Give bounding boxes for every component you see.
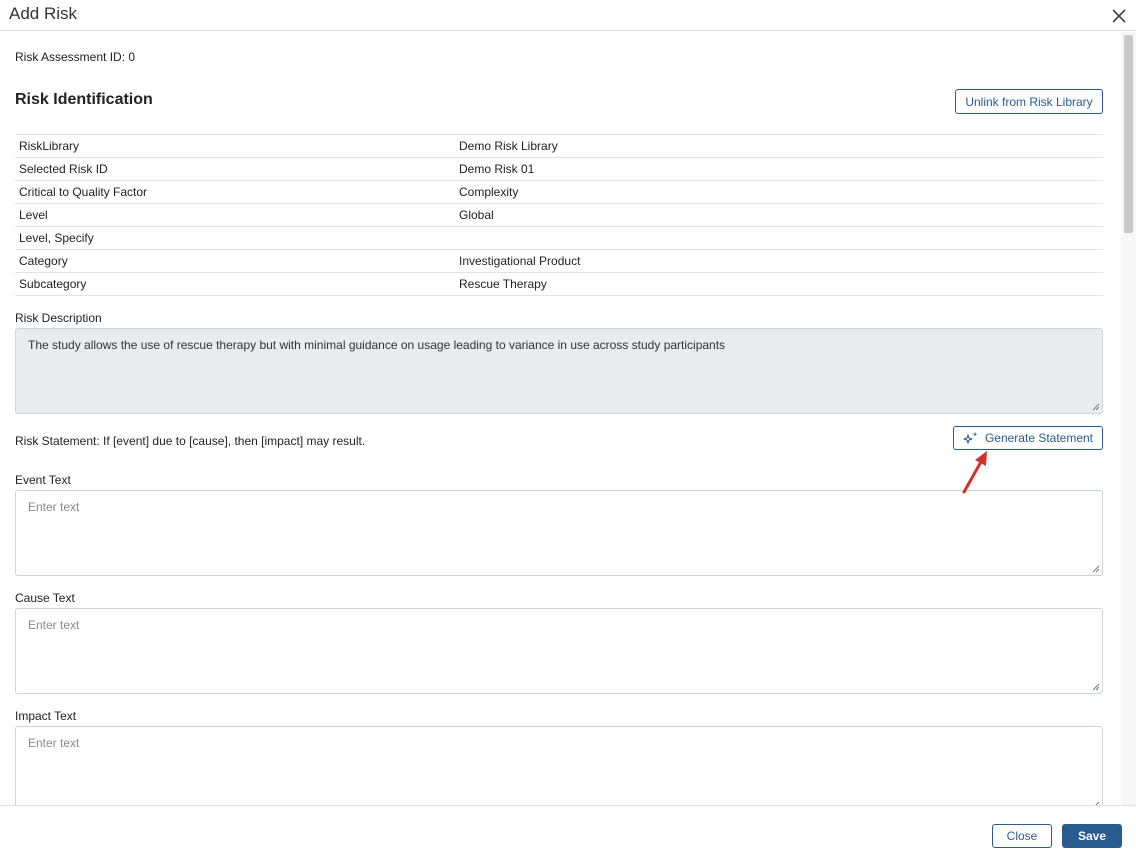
row-label: Level, Specify <box>15 226 455 250</box>
vertical-scrollbar[interactable] <box>1121 32 1136 805</box>
close-icon[interactable] <box>1112 9 1126 23</box>
table-row: RiskLibrary Demo Risk Library <box>15 134 1103 158</box>
impact-text-label: Impact Text <box>15 709 77 723</box>
row-label: Level <box>15 203 455 227</box>
row-value: Demo Risk Library <box>455 134 1103 158</box>
save-button[interactable]: Save <box>1062 824 1122 848</box>
unlink-risk-library-button[interactable]: Unlink from Risk Library <box>955 89 1103 114</box>
event-text-placeholder: Enter text <box>28 500 80 514</box>
table-row: Selected Risk ID Demo Risk 01 <box>15 157 1103 181</box>
cause-text-placeholder: Enter text <box>28 618 80 632</box>
section-title: Risk Identification <box>15 91 153 108</box>
row-label: Selected Risk ID <box>15 157 455 181</box>
risk-description-field: The study allows the use of rescue thera… <box>15 328 1103 414</box>
table-row: Level Global <box>15 203 1103 227</box>
cause-text-label: Cause Text <box>15 591 75 605</box>
dialog-header: Add Risk <box>0 0 1136 31</box>
table-row: Subcategory Rescue Therapy <box>15 272 1103 296</box>
table-row: Level, Specify <box>15 226 1103 250</box>
risk-statement-template: Risk Statement: If [event] due to [cause… <box>15 434 366 448</box>
impact-text-placeholder: Enter text <box>28 736 80 750</box>
resize-handle-icon[interactable] <box>1092 565 1100 573</box>
impact-text-input[interactable]: Enter text <box>15 726 1103 805</box>
row-value <box>455 226 1103 250</box>
event-text-input[interactable]: Enter text <box>15 490 1103 576</box>
risk-identification-table: RiskLibrary Demo Risk Library Selected Ri… <box>15 134 1103 296</box>
dialog-title: Add Risk <box>9 4 78 23</box>
dialog-body: Risk Assessment ID: 0 Risk Identificatio… <box>0 32 1120 805</box>
risk-description-label: Risk Description <box>15 311 102 325</box>
row-value: Global <box>455 203 1103 227</box>
row-value: Investigational Product <box>455 249 1103 273</box>
row-label: RiskLibrary <box>15 134 455 158</box>
row-label: Critical to Quality Factor <box>15 180 455 204</box>
annotation-arrow-pointer-icon <box>962 451 987 494</box>
resize-handle-icon[interactable] <box>1092 683 1100 691</box>
resize-handle-icon[interactable] <box>1092 403 1100 411</box>
row-value: Demo Risk 01 <box>455 157 1103 181</box>
table-row: Category Investigational Product <box>15 249 1103 273</box>
risk-assessment-id: Risk Assessment ID: 0 <box>15 50 136 64</box>
event-text-label: Event Text <box>15 473 71 487</box>
row-label: Category <box>15 249 455 273</box>
scrollbar-thumb[interactable] <box>1124 35 1133 233</box>
close-button[interactable]: Close <box>992 824 1052 848</box>
row-value: Complexity <box>455 180 1103 204</box>
risk-description-text: The study allows the use of rescue thera… <box>28 338 726 352</box>
sparkle-icon <box>963 432 978 444</box>
dialog-footer: Close Save <box>0 805 1136 861</box>
cause-text-input[interactable]: Enter text <box>15 608 1103 694</box>
row-value: Rescue Therapy <box>455 272 1103 296</box>
generate-statement-label: Generate Statement <box>984 431 1094 445</box>
row-label: Subcategory <box>15 272 455 296</box>
table-row: Critical to Quality Factor Complexity <box>15 180 1103 204</box>
generate-statement-button[interactable]: Generate Statement <box>953 426 1103 450</box>
